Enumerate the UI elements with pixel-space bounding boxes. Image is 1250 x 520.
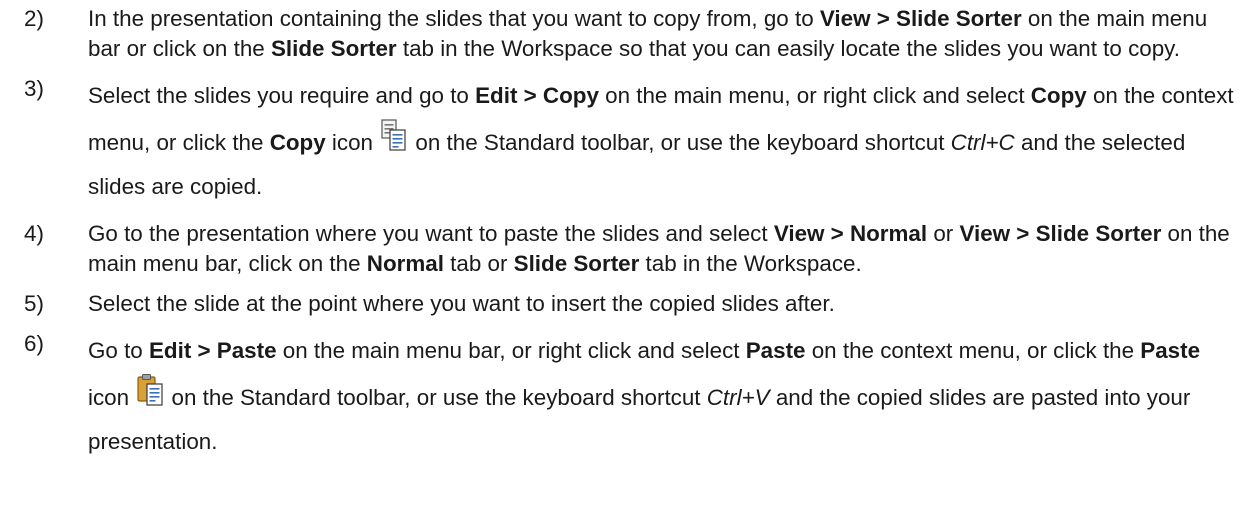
instruction-list: 2) In the presentation containing the sl… (0, 4, 1250, 464)
step-number: 6) (24, 331, 44, 356)
shortcut-text: Ctrl+C (950, 130, 1015, 155)
text-run: Select the slides you require and go to (88, 83, 476, 108)
bold-term: Copy (269, 130, 326, 155)
bold-term: Paste (1140, 338, 1201, 363)
text-run: on the Standard toolbar, or use the keyb… (409, 130, 951, 155)
text-run: tab in the Workspace. (639, 251, 862, 276)
step-number: 5) (24, 291, 44, 316)
step-number: 2) (24, 6, 44, 31)
text-run: icon (88, 385, 136, 410)
text-run: on the main menu, or right click and sel… (598, 83, 1031, 108)
bold-term: Edit > Copy (475, 83, 599, 108)
text-run: on the main menu bar, or right click and… (276, 338, 746, 363)
text-run: In the presentation containing the slide… (88, 6, 820, 31)
paste-icon (137, 373, 163, 407)
step-text: Go to the presentation where you want to… (88, 219, 1236, 279)
step-4: 4) Go to the presentation where you want… (0, 219, 1250, 279)
step-text: Select the slide at the point where you … (88, 289, 1236, 319)
bold-term: Slide Sorter (513, 251, 640, 276)
text-run: on the context menu, or click the (805, 338, 1141, 363)
text-run: tab or (443, 251, 514, 276)
bold-term: View > Slide Sorter (819, 6, 1022, 31)
step-number: 3) (24, 76, 44, 101)
bold-term: Slide Sorter (270, 36, 397, 61)
step-number: 4) (24, 221, 44, 246)
step-2: 2) In the presentation containing the sl… (0, 4, 1250, 64)
text-run: icon (325, 130, 380, 155)
text-run: Go to the presentation where you want to… (88, 221, 774, 246)
shortcut-text: Ctrl+V (706, 385, 770, 410)
bold-term: View > Slide Sorter (959, 221, 1162, 246)
step-text: In the presentation containing the slide… (88, 4, 1236, 64)
bold-term: Normal (366, 251, 444, 276)
bold-term: Edit > Paste (148, 338, 277, 363)
text-run: or (927, 221, 960, 246)
copy-icon (381, 118, 407, 152)
step-text: Go to Edit > Paste on the main menu bar,… (88, 329, 1236, 464)
bold-term: Paste (745, 338, 806, 363)
step-6: 6) Go to Edit > Paste on the main menu b… (0, 329, 1250, 464)
text-run: Select the slide at the point where you … (88, 291, 835, 316)
step-text: Select the slides you require and go to … (88, 74, 1236, 209)
bold-term: View > Normal (773, 221, 928, 246)
step-5: 5) Select the slide at the point where y… (0, 289, 1250, 319)
step-3: 3) Select the slides you require and go … (0, 74, 1250, 209)
text-run: Go to (88, 338, 149, 363)
text-run: tab in the Workspace so that you can eas… (396, 36, 1180, 61)
bold-term: Copy (1030, 83, 1087, 108)
text-run: on the Standard toolbar, or use the keyb… (165, 385, 707, 410)
